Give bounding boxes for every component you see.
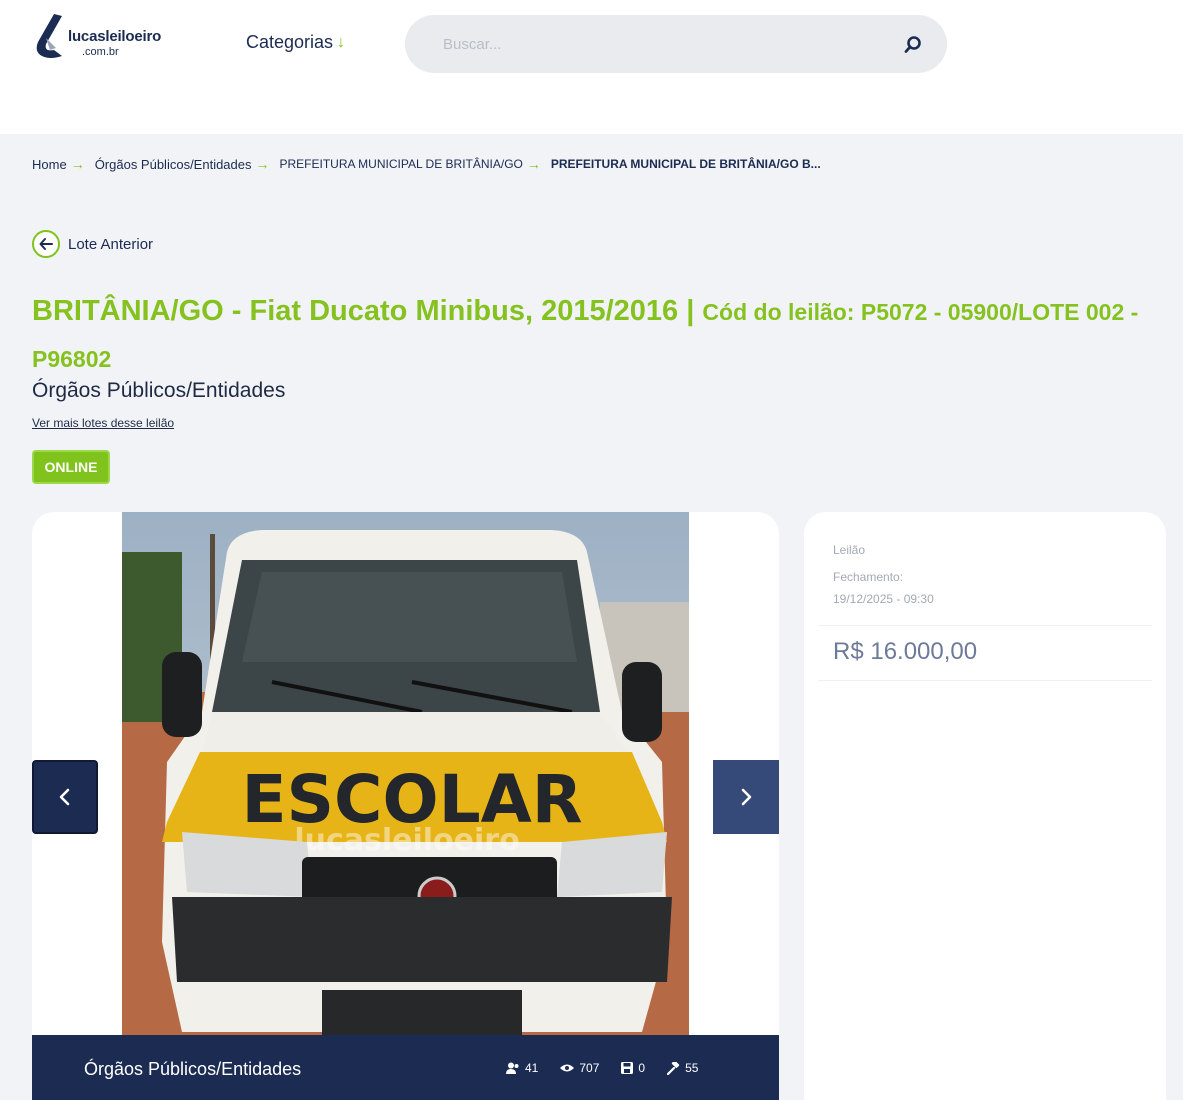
chevron-right-icon <box>741 788 752 806</box>
lot-title-main: BRITÂNIA/GO - Fiat Ducato Minibus, 2015/… <box>32 295 703 327</box>
site-logo[interactable]: lucasleiloeiro .com.br <box>32 12 202 70</box>
categories-label: Categorias <box>246 32 334 52</box>
photo-watermark: lucasleiloeiro <box>294 823 519 858</box>
photo-gallery: ESCOLAR lucasleiloeiro Órgãos Públicos/E… <box>32 512 779 1100</box>
arrow-left-circle-icon <box>32 230 60 258</box>
logo-tld: .com.br <box>82 46 119 58</box>
search-icon[interactable] <box>903 35 923 55</box>
logo-name: lucasleiloeiro <box>68 28 162 45</box>
panel-divider <box>818 680 1152 681</box>
breadcrumb-category[interactable]: Órgãos Públicos/Entidades <box>95 157 252 172</box>
bids-stat: 55 <box>667 1061 698 1075</box>
lot-category: Órgãos Públicos/Entidades <box>32 379 286 402</box>
lot-page-main: Home → Órgãos Públicos/Entidades → PREFE… <box>0 134 1183 1100</box>
chevron-left-icon <box>59 788 70 806</box>
categories-menu-button[interactable]: Categorias ↓ <box>246 32 345 53</box>
breadcrumb-auctioneer[interactable]: PREFEITURA MUNICIPAL DE BRITÂNIA/GO <box>280 157 523 171</box>
breadcrumb-home[interactable]: Home <box>32 157 67 172</box>
arrow-right-icon: → <box>70 156 85 172</box>
gallery-prev-button[interactable] <box>32 760 98 834</box>
current-price: R$ 16.000,00 <box>833 638 978 665</box>
views-count: 707 <box>579 1061 600 1075</box>
gavel-icon <box>667 1061 680 1075</box>
eye-icon <box>560 1064 575 1072</box>
lot-photo[interactable]: ESCOLAR lucasleiloeiro <box>122 512 689 1036</box>
breadcrumb-current: PREFEITURA MUNICIPAL DE BRITÂNIA/GO B... <box>550 157 821 171</box>
search-input[interactable] <box>443 15 883 73</box>
auction-type-label: Leilão <box>833 543 866 557</box>
gallery-next-button[interactable] <box>713 760 779 834</box>
bids-count: 55 <box>685 1061 699 1075</box>
breadcrumb: Home → Órgãos Públicos/Entidades → PREFE… <box>32 156 821 172</box>
arrow-right-icon: → <box>526 156 541 172</box>
arrow-down-icon: ↓ <box>337 33 346 51</box>
gallery-footer: Órgãos Públicos/Entidades 41 707 0 55 <box>32 1035 779 1100</box>
users-icon <box>506 1062 519 1074</box>
gallery-category-label: Órgãos Públicos/Entidades <box>84 1059 302 1079</box>
arrow-right-icon: → <box>255 156 270 172</box>
lot-stats: 41 707 0 55 <box>506 1061 698 1075</box>
logo-mark-icon <box>36 14 62 58</box>
auction-info-panel: Leilão Fechamento: 19/12/2025 - 09:30 R$… <box>804 512 1166 1100</box>
lot-title: BRITÂNIA/GO - Fiat Ducato Minibus, 2015/… <box>32 288 1172 382</box>
bidders-stat: 41 <box>506 1061 538 1075</box>
panel-divider <box>818 625 1152 626</box>
views-stat: 707 <box>560 1061 599 1075</box>
previous-lot-label: Lote Anterior <box>68 235 154 253</box>
closing-label: Fechamento: <box>833 570 904 584</box>
closing-datetime: 19/12/2025 - 09:30 <box>833 592 934 606</box>
status-badge: ONLINE <box>32 450 110 484</box>
site-header: lucasleiloeiro .com.br Categorias ↓ <box>0 0 1183 92</box>
search-bar <box>405 15 947 73</box>
saved-stat: 0 <box>621 1061 645 1075</box>
bidders-count: 41 <box>525 1061 539 1075</box>
previous-lot-link[interactable]: Lote Anterior <box>32 230 153 258</box>
floppy-disk-icon <box>621 1062 634 1074</box>
saved-count: 0 <box>638 1061 646 1075</box>
more-lots-link[interactable]: Ver mais lotes desse leilão <box>32 416 174 430</box>
